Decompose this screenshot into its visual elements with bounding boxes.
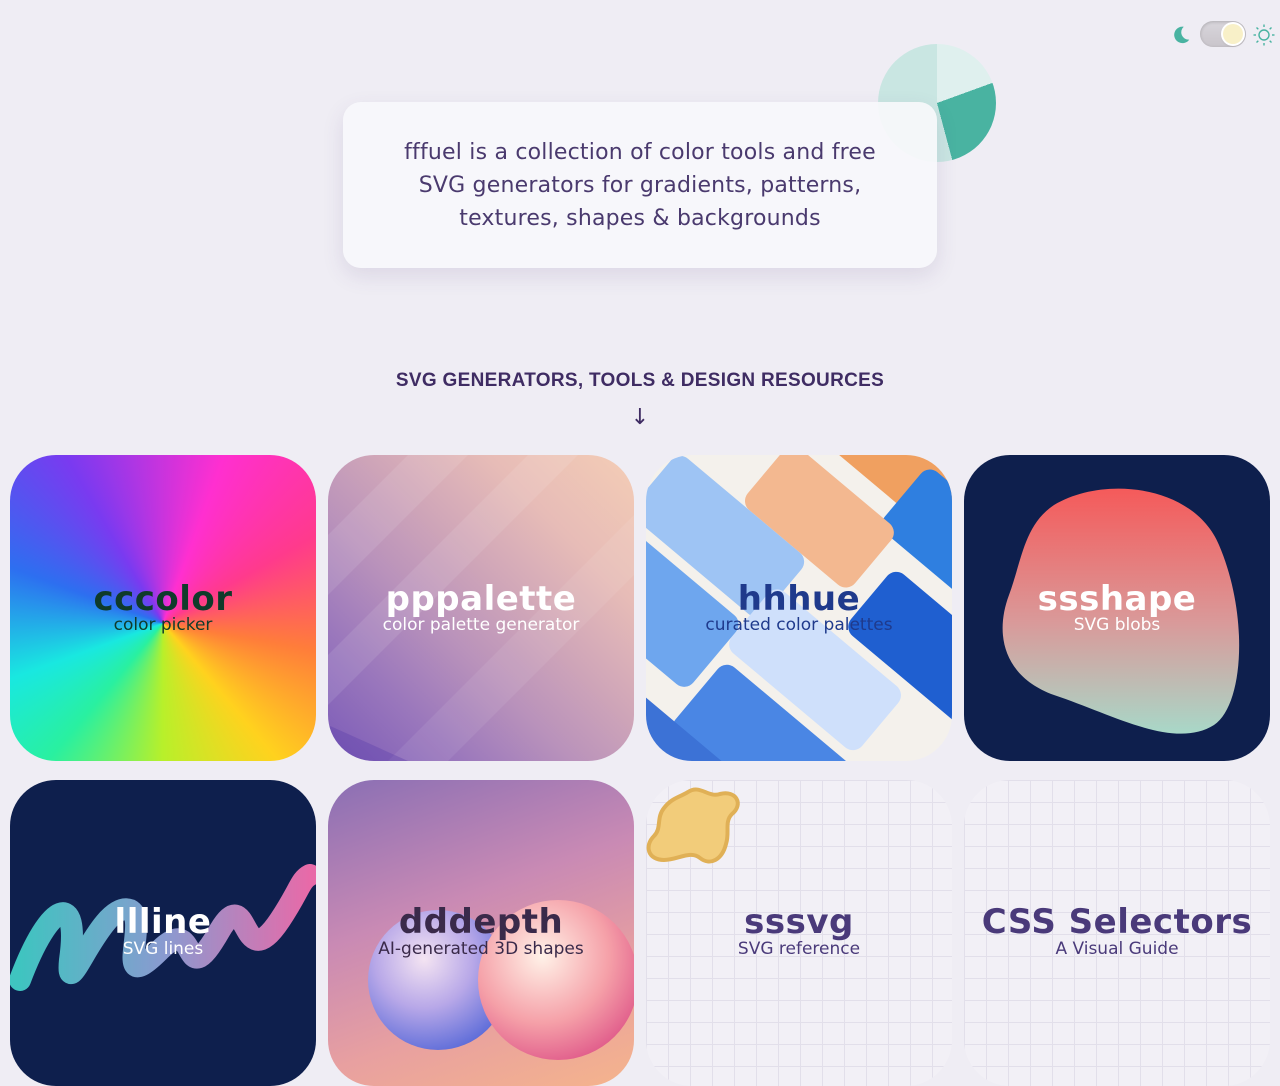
tool-description: color palette generator <box>382 615 580 635</box>
tool-name: sssvg <box>744 902 854 942</box>
tool-card-ssshape[interactable]: ssshape SVG blobs <box>964 455 1270 761</box>
switch-knob <box>1223 24 1243 44</box>
tool-description: SVG blobs <box>1073 615 1161 635</box>
tool-name: hhhue <box>737 579 861 619</box>
tool-name: cccolor <box>93 579 233 619</box>
tool-card-llline[interactable]: llline SVG lines <box>10 780 316 1086</box>
moon-icon[interactable] <box>1170 24 1192 46</box>
tool-description: A Visual Guide <box>1055 939 1179 959</box>
star-shape-icon <box>646 787 740 864</box>
tool-name: pppalette <box>385 579 577 619</box>
section-title: SVG GENERATORS, TOOLS & DESIGN RESOURCES <box>395 370 885 391</box>
arrow-down-icon: ↓ <box>630 405 650 430</box>
intro-text: fffuel is a collection of color tools an… <box>404 139 876 231</box>
tool-card-css-selectors[interactable]: CSS Selectors A Visual Guide <box>964 780 1270 1086</box>
theme-toggle[interactable] <box>1168 20 1278 50</box>
sun-icon[interactable] <box>1252 23 1276 47</box>
tool-description: SVG reference <box>737 939 861 959</box>
tool-card-pppalette[interactable]: pppalette color palette generator <box>328 455 634 761</box>
tool-name: dddepth <box>398 902 564 942</box>
tool-name: ssshape <box>1037 579 1197 619</box>
tool-card-cccolor[interactable]: cccolor color picker <box>10 455 316 761</box>
tool-name: CSS Selectors <box>981 902 1253 942</box>
tool-description: AI-generated 3D shapes <box>378 939 584 959</box>
tool-description: SVG lines <box>122 939 204 959</box>
tool-card-hhhue[interactable]: hhhue curated color palettes <box>646 455 952 761</box>
tool-card-dddepth[interactable]: dddepth AI-generated 3D shapes <box>328 780 634 1086</box>
tool-description: color picker <box>113 615 213 635</box>
theme-switch[interactable] <box>1200 21 1246 47</box>
intro-card: fffuel is a collection of color tools an… <box>343 102 937 268</box>
tool-name: llline <box>114 902 212 942</box>
tool-description: curated color palettes <box>705 615 893 635</box>
